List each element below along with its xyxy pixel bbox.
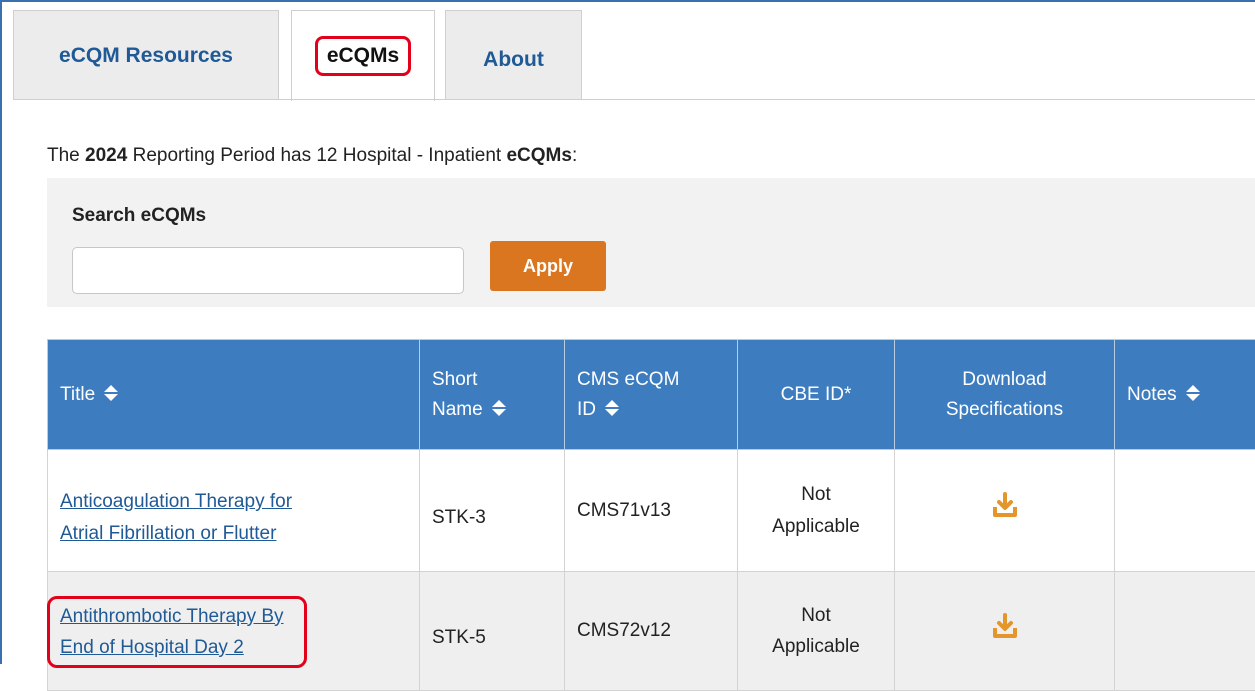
- header-label: ID: [577, 399, 596, 420]
- column-header-cms-id[interactable]: CMS eCQM ID: [565, 340, 738, 450]
- tab-divider: [13, 99, 1255, 100]
- intro-middle: Reporting Period has 12 Hospital - Inpat…: [127, 145, 506, 166]
- sort-icon[interactable]: [491, 402, 507, 419]
- sort-icon[interactable]: [604, 402, 620, 419]
- header-label: Specifications: [946, 399, 1063, 420]
- search-input[interactable]: [72, 247, 464, 294]
- header-label: Short: [432, 369, 477, 390]
- cbe-line: Applicable: [772, 636, 860, 657]
- header-label: Notes: [1127, 384, 1177, 405]
- sort-icon[interactable]: [103, 387, 119, 404]
- search-label: Search eCQMs: [72, 205, 206, 227]
- cell-short-name: STK-5: [420, 572, 565, 691]
- download-icon[interactable]: [992, 492, 1018, 518]
- cbe-line: Not: [801, 605, 831, 626]
- title-line: End of Hospital Day 2: [60, 637, 244, 658]
- cell-cms-id: CMS71v13: [565, 450, 738, 572]
- header-label: CBE ID*: [781, 384, 852, 405]
- download-icon[interactable]: [992, 613, 1018, 639]
- cell-cbe-id: Not Applicable: [738, 572, 895, 691]
- intro-text: The 2024 Reporting Period has 12 Hospita…: [47, 145, 577, 167]
- cbe-line: Not: [801, 484, 831, 505]
- search-panel: Search eCQMs Apply: [47, 178, 1255, 307]
- cell-title: Antithrombotic Therapy By End of Hospital…: [48, 572, 420, 691]
- measure-title-link[interactable]: Anticoagulation Therapy for Atrial Fibril…: [60, 491, 292, 543]
- cell-cms-id: CMS72v12: [565, 572, 738, 691]
- header-label: Name: [432, 399, 483, 420]
- intro-suffix: :: [572, 145, 577, 166]
- column-header-download: Download Specifications: [895, 340, 1115, 450]
- cell-title: Anticoagulation Therapy for Atrial Fibril…: [48, 450, 420, 572]
- cell-notes: [1115, 572, 1255, 691]
- table-header-row: Title Short Name CMS eCQM ID CBE ID* Dow…: [48, 340, 1255, 450]
- tab-label: eCQMs: [327, 44, 399, 67]
- cell-short-name: STK-3: [420, 450, 565, 572]
- ecqm-table: Title Short Name CMS eCQM ID CBE ID* Dow…: [47, 339, 1255, 691]
- intro-emph: eCQMs: [506, 145, 571, 166]
- cbe-line: Applicable: [772, 516, 860, 537]
- table-row: Anticoagulation Therapy for Atrial Fibril…: [48, 450, 1255, 572]
- intro-prefix: The: [47, 145, 85, 166]
- measure-title-link[interactable]: Antithrombotic Therapy By End of Hospital…: [60, 606, 284, 658]
- tab-label: eCQM Resources: [59, 44, 233, 68]
- column-header-cbe-id: CBE ID*: [738, 340, 895, 450]
- column-header-title[interactable]: Title: [48, 340, 420, 450]
- intro-year: 2024: [85, 145, 127, 166]
- tab-ecqms[interactable]: eCQMs: [291, 10, 435, 101]
- tab-ecqm-resources[interactable]: eCQM Resources: [13, 10, 279, 100]
- cell-download: [895, 572, 1115, 691]
- title-line: Atrial Fibrillation or Flutter: [60, 523, 276, 544]
- cell-download: [895, 450, 1115, 572]
- header-label: Download: [962, 369, 1047, 390]
- header-label: CMS eCQM: [577, 369, 679, 390]
- title-highlight-box: Antithrombotic Therapy By End of Hospital…: [47, 596, 307, 669]
- cell-cbe-id: Not Applicable: [738, 450, 895, 572]
- sort-icon[interactable]: [1185, 387, 1201, 404]
- table-row: Antithrombotic Therapy By End of Hospital…: [48, 572, 1255, 691]
- tab-bar: eCQM Resources eCQMs About: [13, 10, 1255, 100]
- tab-highlight-box: eCQMs: [315, 36, 411, 76]
- tab-about[interactable]: About: [445, 10, 582, 100]
- apply-button[interactable]: Apply: [490, 241, 606, 291]
- column-header-notes[interactable]: Notes: [1115, 340, 1255, 450]
- tab-label: About: [483, 48, 544, 72]
- title-line: Antithrombotic Therapy By: [60, 606, 284, 627]
- header-label: Title: [60, 384, 95, 405]
- column-header-short-name[interactable]: Short Name: [420, 340, 565, 450]
- title-line: Anticoagulation Therapy for: [60, 491, 292, 512]
- cell-notes: [1115, 450, 1255, 572]
